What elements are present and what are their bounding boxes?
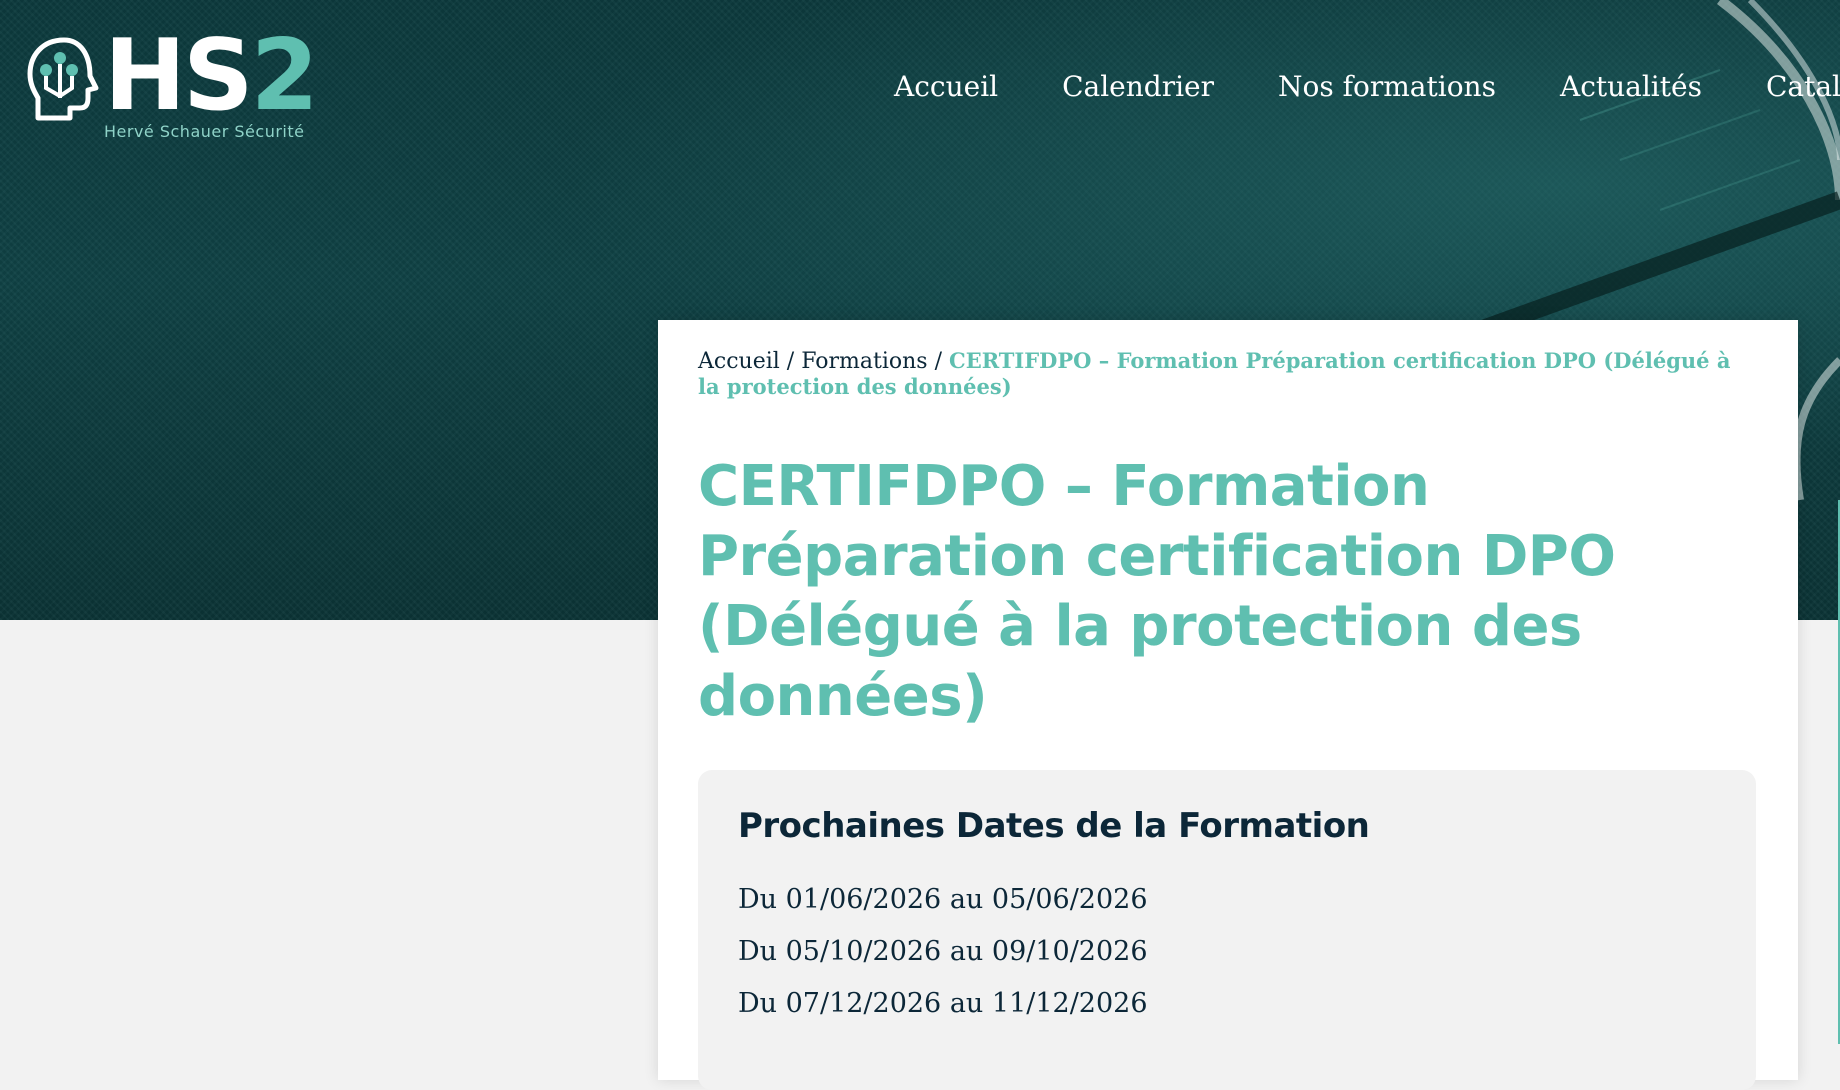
nav-item-catalogue[interactable]: Catalog	[1766, 64, 1840, 110]
breadcrumb: Accueil / Formations / CERTIFDPO – Forma…	[698, 348, 1738, 400]
date-item: Du 01/06/2026 au 05/06/2026	[738, 884, 1148, 915]
page-title: CERTIFDPO – Formation Préparation certif…	[698, 454, 1616, 729]
logo[interactable]: HS2 Hervé Schauer Sécurité	[24, 26, 324, 144]
content-card: Accueil / Formations / CERTIFDPO – Forma…	[658, 320, 1798, 1090]
logo-wordmark: HS2	[104, 19, 319, 133]
breadcrumb-separator: /	[927, 349, 949, 374]
nav-item-actualites[interactable]: Actualités	[1560, 64, 1702, 110]
date-item: Du 07/12/2026 au 11/12/2026	[738, 988, 1148, 1019]
main-navigation: Accueil Calendrier Nos formations Actual…	[894, 64, 1840, 110]
head-circuit-icon	[27, 37, 99, 121]
next-dates-box: Prochaines Dates de la Formation Du 01/0…	[698, 770, 1756, 1090]
nav-item-accueil[interactable]: Accueil	[894, 64, 998, 110]
breadcrumb-home-link[interactable]: Accueil	[698, 349, 780, 374]
breadcrumb-separator: /	[779, 349, 802, 374]
next-dates-heading: Prochaines Dates de la Formation	[738, 806, 1370, 846]
breadcrumb-formations-link[interactable]: Formations	[801, 349, 927, 374]
nav-item-nos-formations[interactable]: Nos formations	[1278, 64, 1496, 110]
logo-tagline: Hervé Schauer Sécurité	[104, 122, 305, 141]
date-item: Du 05/10/2026 au 09/10/2026	[738, 936, 1148, 967]
nav-item-calendrier[interactable]: Calendrier	[1062, 64, 1214, 110]
date-list: Du 01/06/2026 au 05/06/2026 Du 05/10/202…	[738, 874, 1148, 1030]
